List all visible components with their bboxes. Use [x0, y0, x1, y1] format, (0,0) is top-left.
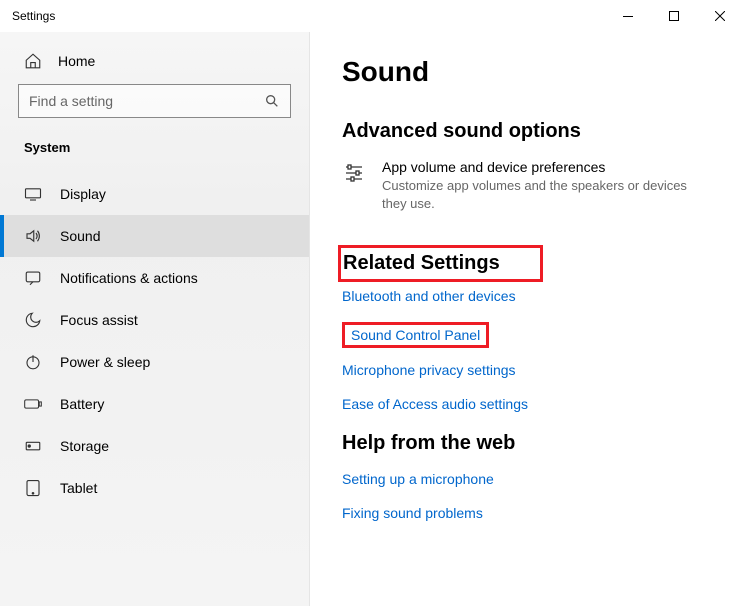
sidebar-item-tablet[interactable]: Tablet — [0, 467, 309, 509]
sidebar-item-label: Battery — [60, 396, 104, 412]
sidebar-item-notifications[interactable]: Notifications & actions — [0, 257, 309, 299]
sidebar: Home Find a setting System Display Sound — [0, 32, 310, 606]
sidebar-item-power-sleep[interactable]: Power & sleep — [0, 341, 309, 383]
link-microphone-privacy[interactable]: Microphone privacy settings — [342, 362, 713, 378]
sidebar-item-label: Sound — [60, 228, 100, 244]
sliders-icon — [342, 159, 366, 213]
app-volume-title: App volume and device preferences — [382, 159, 713, 175]
window-title: Settings — [12, 9, 55, 23]
link-sound-control-panel[interactable]: Sound Control Panel — [351, 327, 480, 343]
minimize-button[interactable] — [605, 0, 651, 32]
link-bluetooth-devices[interactable]: Bluetooth and other devices — [342, 288, 713, 304]
link-setting-up-microphone[interactable]: Setting up a microphone — [342, 471, 713, 487]
titlebar: Settings — [0, 0, 743, 32]
focus-assist-icon — [24, 311, 42, 329]
system-category-label: System — [0, 136, 309, 173]
battery-icon — [24, 395, 42, 413]
home-button[interactable]: Home — [0, 44, 309, 84]
sidebar-item-label: Power & sleep — [60, 354, 150, 370]
window-controls — [605, 0, 743, 32]
notifications-icon — [24, 269, 42, 287]
app-volume-text: App volume and device preferences Custom… — [382, 159, 713, 213]
app-volume-preferences-row[interactable]: App volume and device preferences Custom… — [342, 159, 713, 213]
sidebar-item-label: Storage — [60, 438, 109, 454]
sidebar-item-label: Tablet — [60, 480, 97, 496]
page-title: Sound — [342, 56, 713, 88]
maximize-button[interactable] — [651, 0, 697, 32]
home-label: Home — [58, 53, 95, 69]
search-icon — [264, 93, 280, 109]
sound-control-panel-highlight: Sound Control Panel — [342, 322, 489, 348]
power-icon — [24, 353, 42, 371]
sidebar-item-label: Notifications & actions — [60, 270, 198, 286]
tablet-icon — [24, 479, 42, 497]
related-settings-heading: Related Settings — [343, 252, 500, 275]
sidebar-item-label: Focus assist — [60, 312, 138, 328]
display-icon — [24, 185, 42, 203]
home-icon — [24, 52, 42, 70]
help-from-web-heading: Help from the web — [342, 432, 713, 455]
related-settings-highlight: Related Settings — [338, 245, 543, 282]
app-volume-desc: Customize app volumes and the speakers o… — [382, 177, 713, 213]
sidebar-item-label: Display — [60, 186, 106, 202]
advanced-sound-heading: Advanced sound options — [342, 120, 713, 143]
close-button[interactable] — [697, 0, 743, 32]
sidebar-item-storage[interactable]: Storage — [0, 425, 309, 467]
link-ease-of-access-audio[interactable]: Ease of Access audio settings — [342, 396, 713, 412]
search-input[interactable]: Find a setting — [18, 84, 291, 118]
sidebar-item-display[interactable]: Display — [0, 173, 309, 215]
sound-icon — [24, 227, 42, 245]
search-placeholder: Find a setting — [29, 93, 113, 109]
link-fixing-sound-problems[interactable]: Fixing sound problems — [342, 505, 713, 521]
sidebar-item-battery[interactable]: Battery — [0, 383, 309, 425]
storage-icon — [24, 437, 42, 455]
sidebar-item-focus-assist[interactable]: Focus assist — [0, 299, 309, 341]
sidebar-item-sound[interactable]: Sound — [0, 215, 309, 257]
main-content: Sound Advanced sound options App volume … — [310, 32, 743, 606]
